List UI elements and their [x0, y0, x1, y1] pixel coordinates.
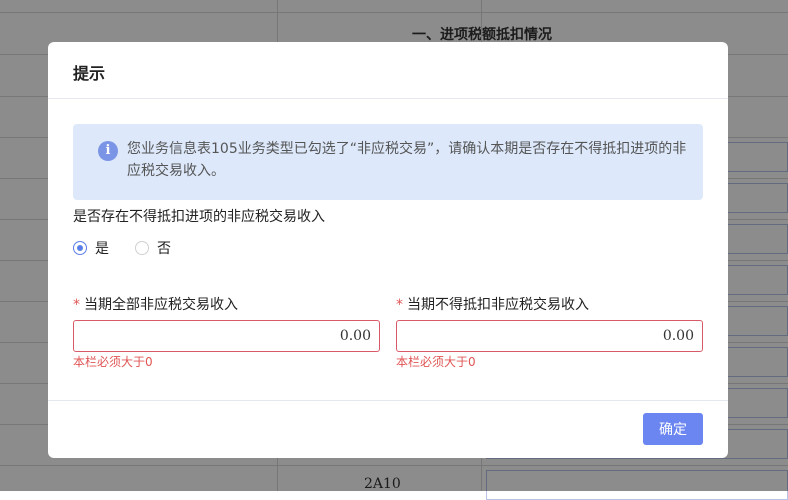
total-income-label-text: 当期全部非应税交易收入: [84, 297, 238, 313]
confirm-button[interactable]: 确定: [643, 413, 703, 445]
total-income-input[interactable]: [73, 320, 380, 352]
radio-option-no[interactable]: 否: [135, 239, 171, 257]
radio-unchecked-icon[interactable]: [135, 241, 149, 255]
info-alert: i 您业务信息表105业务类型已勾选了“非应税交易”，请确认本期是否存在不得抵扣…: [73, 124, 703, 200]
non-deductible-income-error: 本栏必须大于0: [396, 355, 476, 369]
prompt-dialog: 提示 i 您业务信息表105业务类型已勾选了“非应税交易”，请确认本期是否存在不…: [48, 42, 728, 458]
radio-label-no: 否: [157, 241, 171, 257]
dialog-title: 提示: [73, 64, 106, 83]
question-label: 是否存在不得抵扣进项的非应税交易收入: [73, 209, 325, 225]
radio-label-yes: 是: [95, 241, 109, 257]
non-deductible-income-input[interactable]: [396, 320, 703, 352]
total-income-error: 本栏必须大于0: [73, 355, 153, 369]
info-icon: i: [98, 141, 118, 161]
required-mark: *: [396, 297, 403, 313]
alert-message: 您业务信息表105业务类型已勾选了“非应税交易”，请确认本期是否存在不得抵扣进项…: [127, 141, 687, 179]
required-mark: *: [73, 297, 80, 313]
dialog-header: 提示: [48, 42, 728, 99]
dialog-footer: 确定: [48, 400, 728, 458]
non-deductible-income-label: * 当期不得抵扣非应税交易收入: [396, 294, 589, 314]
non-deductible-income-label-text: 当期不得抵扣非应税交易收入: [407, 297, 589, 313]
radio-option-yes[interactable]: 是: [73, 239, 109, 257]
total-income-label: * 当期全部非应税交易收入: [73, 294, 238, 314]
radio-checked-icon[interactable]: [73, 241, 87, 255]
